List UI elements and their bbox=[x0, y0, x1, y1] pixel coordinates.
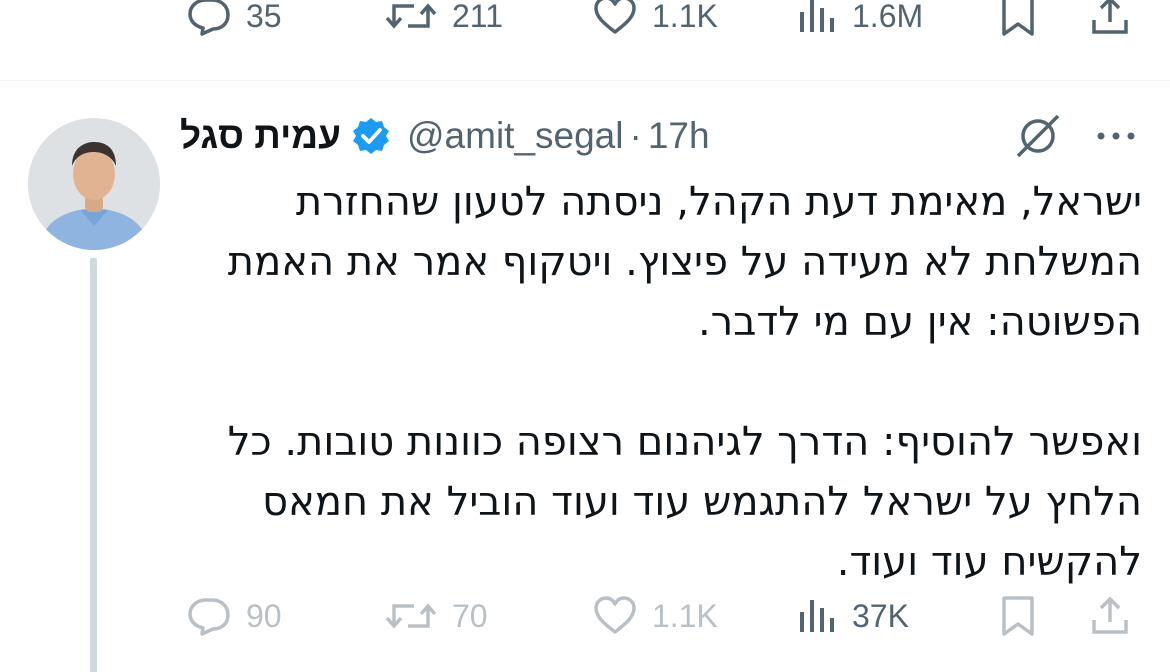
tweet-line: המשלחת לא מעידה על פיצוץ. ויטקוף אמר את … bbox=[227, 239, 1142, 285]
speech-bubble-icon bbox=[188, 0, 230, 36]
author-handle[interactable]: @amit_segal bbox=[407, 115, 624, 157]
bookmark-icon bbox=[1002, 596, 1034, 636]
reply-count: 90 bbox=[246, 597, 282, 634]
like-button[interactable]: 1.1K bbox=[592, 0, 718, 36]
reply-count: 35 bbox=[246, 0, 282, 34]
like-count: 1.1K bbox=[652, 0, 718, 34]
tweet-text: ישראל, מאימת דעת הקהל, ניסתה לטעון שהחזר… bbox=[180, 172, 1142, 592]
grok-icon bbox=[1016, 114, 1060, 158]
retweet-arrows-icon bbox=[385, 3, 437, 29]
reply-button[interactable]: 90 bbox=[186, 596, 282, 636]
tweet-line: הלחץ על ישראל להתגמש עוד ועוד הוביל את ח… bbox=[262, 479, 1142, 525]
author-name[interactable]: עמית סגל bbox=[180, 115, 341, 157]
views-count: 37K bbox=[852, 597, 909, 634]
previous-tweet-action-bar: 35 211 1.1K 1.6M bbox=[0, 0, 1170, 36]
share-upload-icon bbox=[1092, 0, 1128, 34]
share-button[interactable] bbox=[1090, 596, 1130, 636]
like-count: 1.1K bbox=[652, 597, 718, 634]
bookmark-button[interactable] bbox=[1000, 0, 1036, 36]
tweet-line: הפשוטה: אין עם מי לדבר. bbox=[697, 299, 1142, 345]
reply-button[interactable]: 35 bbox=[186, 0, 282, 36]
tweet-thread-view: 35 211 1.1K 1.6M עמית סגל @amit_segal · … bbox=[0, 0, 1170, 672]
share-button[interactable] bbox=[1090, 0, 1130, 36]
bookmark-button[interactable] bbox=[1000, 596, 1036, 636]
tweet-line: להקשיח עוד ועוד. bbox=[836, 539, 1142, 585]
verified-badge-icon[interactable] bbox=[351, 116, 391, 156]
like-button[interactable]: 1.1K bbox=[592, 596, 718, 636]
tweet-line: ישראל, מאימת דעת הקהל, ניסתה לטעון שהחזר… bbox=[295, 179, 1142, 225]
tweet-line: ואפשר להוסיף: הדרך לגיהנום רצופה כוונות … bbox=[227, 419, 1142, 465]
bar-chart-icon bbox=[800, 600, 834, 632]
tweet-header: עמית סגל @amit_segal · 17h bbox=[180, 112, 710, 160]
meta-separator: · bbox=[629, 115, 642, 156]
retweet-count: 70 bbox=[452, 597, 488, 634]
heart-icon bbox=[594, 0, 636, 34]
more-options-button[interactable] bbox=[1094, 118, 1138, 154]
views-count: 1.6M bbox=[852, 0, 924, 34]
bar-chart-icon bbox=[800, 0, 834, 32]
retweet-button[interactable]: 70 bbox=[384, 596, 488, 636]
retweet-count: 211 bbox=[452, 0, 504, 34]
views-button[interactable]: 37K bbox=[798, 596, 909, 636]
retweet-arrows-icon bbox=[385, 603, 437, 629]
grok-button[interactable] bbox=[1014, 112, 1062, 160]
tweet-paragraph-gap bbox=[180, 352, 1142, 412]
tweet-divider bbox=[0, 80, 1170, 81]
views-button[interactable]: 1.6M bbox=[798, 0, 923, 36]
heart-icon bbox=[594, 596, 636, 634]
share-upload-icon bbox=[1092, 596, 1128, 634]
profile-photo bbox=[28, 118, 160, 250]
retweet-button[interactable]: 211 bbox=[384, 0, 503, 36]
tweet-timestamp[interactable]: 17h bbox=[648, 115, 710, 157]
speech-bubble-icon bbox=[188, 598, 230, 636]
bookmark-icon bbox=[1002, 0, 1034, 36]
tweet-action-bar: 90 70 1.1K 37K bbox=[0, 596, 1170, 636]
avatar[interactable] bbox=[28, 118, 160, 250]
more-dots-icon bbox=[1097, 132, 1135, 140]
